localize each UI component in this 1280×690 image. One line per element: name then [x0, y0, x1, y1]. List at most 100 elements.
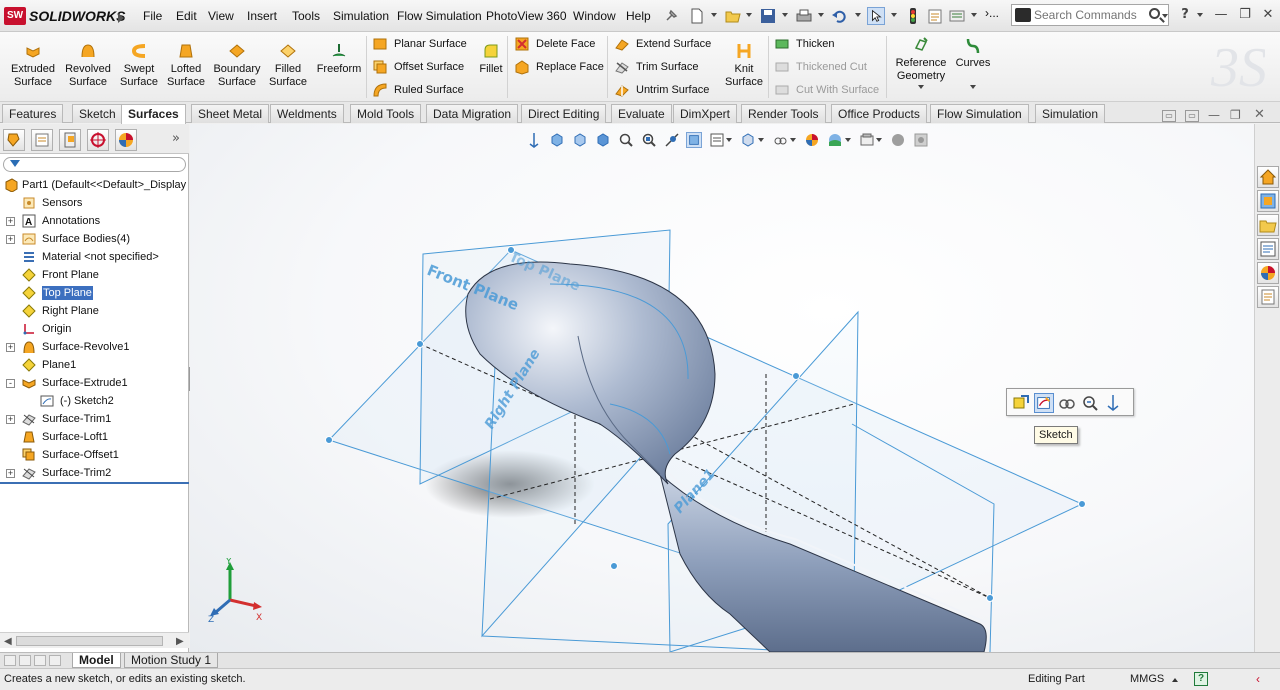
collapse-icon[interactable]: - — [6, 379, 15, 388]
search-commands-box[interactable] — [1011, 4, 1169, 26]
tree-item[interactable]: + Surface Bodies(4) — [0, 230, 189, 248]
tree-item[interactable]: + Surface-Trim2 — [0, 464, 189, 482]
first-tab-arrow-icon[interactable] — [4, 655, 16, 666]
tree-item[interactable]: Right Plane — [0, 302, 189, 320]
options-icon[interactable] — [948, 7, 966, 25]
feature-tree-filter[interactable] — [3, 157, 186, 172]
rebuild-traffic-light-icon[interactable] — [904, 7, 922, 25]
tree-item[interactable]: Front Plane — [0, 266, 189, 284]
tree-item[interactable]: Origin — [0, 320, 189, 338]
zoom-to-selection-icon[interactable] — [1080, 393, 1100, 413]
menu-file[interactable]: File — [143, 9, 162, 23]
knit-surface-button[interactable]: Knit Surface — [722, 42, 766, 89]
viewport-link-icon[interactable]: ▭ — [1185, 110, 1199, 122]
expand-icon[interactable]: + — [6, 217, 15, 226]
expand-icon[interactable]: + — [6, 415, 15, 424]
section-view-icon[interactable] — [686, 132, 702, 148]
print-dropdown-arrow[interactable] — [818, 13, 824, 17]
scroll-left-icon[interactable]: ◀ — [4, 636, 12, 647]
configurationmanager-tab[interactable] — [59, 129, 81, 151]
tab-weldments[interactable]: Weldments — [270, 104, 344, 123]
pin-icon[interactable] — [662, 7, 680, 25]
expand-icon[interactable]: + — [6, 469, 15, 478]
custom-properties-tab[interactable] — [1257, 286, 1279, 308]
document-restore-icon[interactable]: ❐ — [1230, 108, 1241, 122]
rollback-bar[interactable] — [0, 482, 189, 484]
view-orientation-context-icon[interactable] — [1103, 393, 1123, 413]
unit-system-arrow-icon[interactable] — [1172, 678, 1178, 682]
menu-help[interactable]: Help — [626, 9, 651, 23]
tab-evaluate[interactable]: Evaluate — [611, 104, 672, 123]
lofted-surface-button[interactable]: Lofted Surface — [164, 42, 208, 89]
thicken-button[interactable]: Thicken — [774, 34, 835, 54]
zoom-to-area-icon[interactable] — [641, 132, 657, 148]
tab-data-migration[interactable]: Data Migration — [426, 104, 519, 123]
tab-surfaces[interactable]: Surfaces — [121, 104, 186, 124]
tree-item[interactable]: Part1 (Default<<Default>_Display State 1… — [0, 176, 189, 194]
undo-icon[interactable] — [831, 7, 849, 25]
restore-icon[interactable]: ❐ — [1236, 6, 1254, 24]
prev-tab-arrow-icon[interactable] — [19, 655, 31, 666]
motion-study-tab[interactable]: Motion Study 1 — [124, 653, 219, 668]
tab-dimxpert[interactable]: DimXpert — [673, 104, 738, 123]
normal-to-icon[interactable] — [1011, 393, 1031, 413]
unit-system-selector[interactable]: MMGS — [1130, 673, 1164, 685]
tab-simulation[interactable]: Simulation — [1035, 104, 1106, 123]
tree-item[interactable]: Sensors — [0, 194, 189, 212]
search-dropdown-arrow[interactable] — [1162, 14, 1168, 18]
previous-view-icon[interactable] — [664, 132, 680, 148]
model-tab[interactable]: Model — [72, 653, 121, 668]
select-arrow-icon[interactable] — [867, 7, 885, 25]
tree-item[interactable]: + A Annotations — [0, 212, 189, 230]
open-folder-icon[interactable] — [724, 7, 742, 25]
view-settings-icon[interactable] — [859, 132, 875, 148]
planar-surface-button[interactable]: Planar Surface — [372, 34, 467, 54]
menu-photoview[interactable]: PhotoView 360 — [486, 9, 567, 23]
tree-item[interactable]: Material <not specified> — [0, 248, 189, 266]
menu-simulation[interactable]: Simulation — [333, 9, 389, 23]
display-manager-tab[interactable] — [115, 129, 137, 151]
curves-button[interactable]: Curves — [954, 36, 992, 89]
undo-dropdown-arrow[interactable] — [855, 13, 861, 17]
more-ellipsis[interactable]: ›... — [985, 6, 999, 20]
swept-surface-button[interactable]: Swept Surface — [118, 42, 160, 89]
trim-surface-button[interactable]: Trim Surface — [614, 57, 699, 77]
plane-handle[interactable] — [792, 372, 800, 380]
scroll-thumb[interactable] — [16, 636, 163, 646]
replace-face-button[interactable]: Replace Face — [514, 57, 604, 77]
last-tab-arrow-icon[interactable] — [49, 655, 61, 666]
plane-handle[interactable] — [507, 246, 515, 254]
rebuild-indicator-icon[interactable]: ‹ — [1256, 672, 1260, 686]
help-dropdown-arrow[interactable] — [1197, 13, 1203, 17]
tree-item[interactable]: Plane1 — [0, 356, 189, 374]
extruded-surface-button[interactable]: Extruded Surface — [8, 42, 58, 89]
logo-flyout-arrow[interactable] — [118, 13, 124, 23]
tab-office-products[interactable]: Office Products — [831, 104, 927, 123]
menu-flow-simulation[interactable]: Flow Simulation — [397, 9, 482, 23]
options-dropdown-arrow[interactable] — [971, 13, 977, 17]
new-document-icon[interactable] — [688, 7, 706, 25]
menu-edit[interactable]: Edit — [176, 9, 197, 23]
document-minimize-icon[interactable]: — — [1208, 108, 1220, 122]
search-input[interactable] — [1034, 7, 1142, 23]
next-tab-arrow-icon[interactable] — [34, 655, 46, 666]
display-style-dropdown-arrow[interactable] — [758, 138, 764, 142]
scroll-right-icon[interactable]: ▶ — [176, 636, 184, 647]
hide-show-dropdown-arrow[interactable] — [790, 138, 796, 142]
tab-sketch[interactable]: Sketch — [72, 104, 123, 123]
close-icon[interactable]: ✕ — [1259, 6, 1277, 24]
menu-window[interactable]: Window — [573, 9, 616, 23]
expand-icon[interactable]: + — [6, 343, 15, 352]
plane-handle[interactable] — [610, 562, 618, 570]
menu-insert[interactable]: Insert — [247, 9, 277, 23]
tab-sheet-metal[interactable]: Sheet Metal — [191, 104, 270, 123]
tab-direct-editing[interactable]: Direct Editing — [521, 104, 607, 123]
boundary-surface-button[interactable]: Boundary Surface — [210, 42, 264, 89]
document-close-icon[interactable]: ✕ — [1254, 107, 1265, 122]
reference-triad[interactable]: Y X Z — [206, 558, 266, 622]
tree-item[interactable]: Surface-Loft1 — [0, 428, 189, 446]
tab-flow-simulation[interactable]: Flow Simulation — [930, 104, 1029, 123]
save-icon[interactable] — [759, 7, 777, 25]
file-explorer-tab[interactable] — [1257, 214, 1279, 236]
tree-item[interactable]: + Surface-Revolve1 — [0, 338, 189, 356]
